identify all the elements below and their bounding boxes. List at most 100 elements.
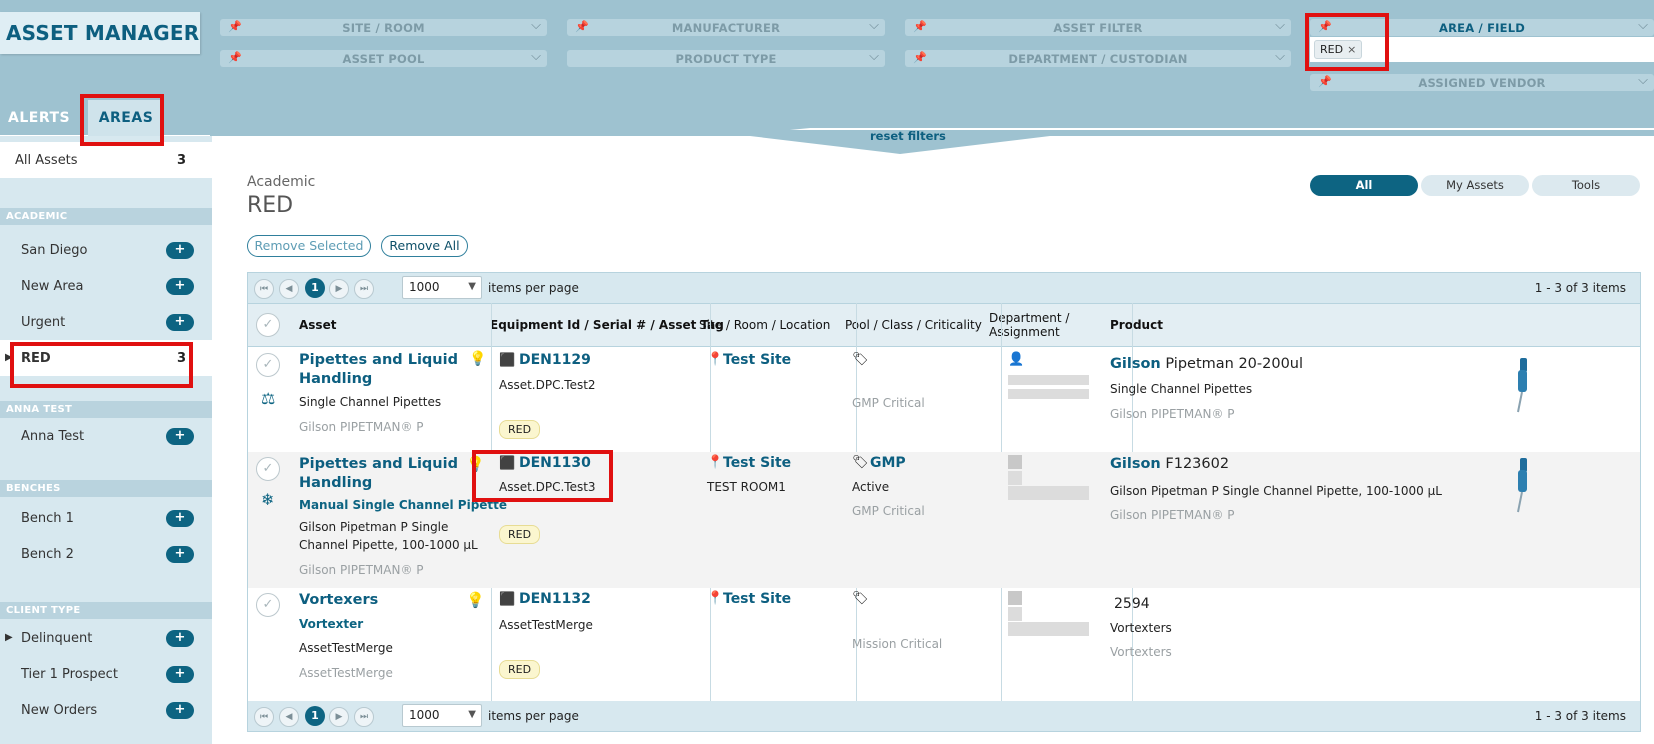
department-filter[interactable]: 📌 DEPARTMENT / CUSTODIAN ⌵: [905, 49, 1291, 67]
table-row[interactable]: ✓ Vortexers 💡 Vortexter AssetTestMerge A…: [248, 588, 1640, 701]
add-icon[interactable]: +: [166, 546, 194, 563]
product-type-filter[interactable]: PRODUCT TYPE ⌵: [567, 49, 885, 67]
redacted-block: [1008, 375, 1089, 385]
add-icon[interactable]: +: [166, 510, 194, 527]
tab-alerts[interactable]: ALERTS: [0, 100, 88, 136]
area-tag: RED: [499, 660, 541, 679]
first-page-icon[interactable]: ⏮: [254, 707, 274, 727]
table-row[interactable]: ✓ ⚖ Pipettes and Liquid Handling 💡 Singl…: [248, 348, 1640, 452]
asset-pool-filter[interactable]: 📌 ASSET POOL ⌵: [220, 49, 547, 67]
sidebar-item-urgent[interactable]: Urgent +: [0, 304, 212, 340]
pager-range: 1 - 3 of 3 items: [1534, 709, 1626, 723]
product-name[interactable]: 2594: [1114, 595, 1150, 613]
product-name[interactable]: Gilson Pipetman 20-200ul: [1110, 356, 1303, 372]
asset-name[interactable]: Vortexers: [299, 591, 459, 610]
row-checkbox[interactable]: ✓: [256, 353, 280, 377]
product-name[interactable]: Gilson F123602: [1110, 456, 1229, 472]
product-image[interactable]: [1506, 354, 1534, 416]
last-page-icon[interactable]: ⏭: [354, 707, 374, 727]
add-icon[interactable]: +: [166, 702, 194, 719]
sidebar-item-bench-1[interactable]: Bench 1 +: [0, 500, 212, 536]
next-page-icon[interactable]: ▶: [329, 707, 349, 727]
equipment-id-link[interactable]: DEN1130: [519, 455, 591, 471]
pager-range: 1 - 3 of 3 items: [1534, 281, 1626, 295]
redacted-block: [1008, 389, 1089, 399]
sidebar-item-bench-2[interactable]: Bench 2 +: [0, 536, 212, 572]
first-page-icon[interactable]: ⏮: [254, 279, 274, 299]
sidebar-item-new-area[interactable]: New Area +: [0, 268, 212, 304]
area-tag: RED: [499, 525, 541, 544]
area-chip-red[interactable]: RED ×: [1314, 40, 1363, 59]
sidebar-item-new-orders[interactable]: New Orders +: [0, 692, 212, 728]
column-equipment[interactable]: Equipment Id / Serial # / Asset Tag: [490, 318, 724, 332]
location-pin-icon: 📍: [707, 455, 724, 470]
page-size-select[interactable]: 1000 ▼: [402, 276, 482, 299]
equipment-id-link[interactable]: DEN1129: [519, 352, 591, 368]
remove-all-button[interactable]: Remove All: [381, 235, 468, 257]
add-icon[interactable]: +: [166, 278, 194, 295]
current-page[interactable]: 1: [305, 278, 325, 298]
column-product[interactable]: Product: [1110, 318, 1163, 332]
close-icon[interactable]: ×: [1347, 43, 1356, 56]
equipment-id-link[interactable]: DEN1132: [519, 591, 591, 607]
asset-filter[interactable]: 📌 ASSET FILTER ⌵: [905, 18, 1291, 36]
filter-tools-button[interactable]: Tools: [1532, 175, 1640, 196]
sidebar-item-red[interactable]: ▶ RED 3: [0, 340, 212, 376]
next-page-icon[interactable]: ▶: [329, 279, 349, 299]
add-icon[interactable]: +: [166, 242, 194, 259]
asset-name[interactable]: Pipettes and Liquid Handling: [299, 455, 459, 493]
sidebar-item-delinquent[interactable]: ▶ Delinquent +: [0, 620, 212, 656]
sidebar-item-anna-test[interactable]: Anna Test +: [0, 418, 212, 454]
row-checkbox[interactable]: ✓: [256, 593, 280, 617]
column-site[interactable]: Site / Room / Location: [699, 318, 830, 332]
add-icon[interactable]: +: [166, 630, 194, 647]
remove-selected-button[interactable]: Remove Selected: [247, 235, 371, 257]
top-header: ASSET MANAGER 📌 SITE / ROOM ⌵ 📌 MANUFACT…: [0, 0, 1654, 136]
sidebar-item-all-assets[interactable]: All Assets 3: [0, 142, 212, 178]
assigned-vendor-filter[interactable]: 📌 ASSIGNED VENDOR ⌵: [1310, 73, 1654, 91]
sidebar-item-tier-1-prospect[interactable]: Tier 1 Prospect +: [0, 656, 212, 692]
select-all-checkbox[interactable]: ✓: [256, 313, 280, 337]
sidebar-item-san-diego[interactable]: San Diego +: [0, 232, 212, 268]
current-page[interactable]: 1: [305, 706, 325, 726]
filter-all-button[interactable]: All: [1310, 175, 1418, 196]
site-link[interactable]: Test Site: [723, 591, 791, 607]
pool-link[interactable]: GMP: [870, 455, 906, 471]
site-room-filter[interactable]: 📌 SITE / ROOM ⌵: [220, 18, 547, 36]
chevron-down-icon: ▼: [468, 709, 476, 720]
app-title: ASSET MANAGER: [6, 21, 200, 45]
snowflake-icon: ❄: [261, 490, 275, 509]
add-icon[interactable]: +: [166, 314, 194, 331]
column-pool[interactable]: Pool / Class / Criticality: [845, 318, 982, 332]
lightbulb-icon: 💡: [466, 591, 485, 609]
add-icon[interactable]: +: [166, 666, 194, 683]
tab-areas[interactable]: AREAS: [88, 100, 164, 136]
expand-icon[interactable]: ▶: [5, 352, 13, 363]
row-checkbox[interactable]: ✓: [256, 457, 280, 481]
redacted-block: [1008, 486, 1089, 500]
box-icon: ⬛: [499, 592, 516, 607]
prev-page-icon[interactable]: ◀: [279, 707, 299, 727]
prev-page-icon[interactable]: ◀: [279, 279, 299, 299]
tag-icon: 🏷: [852, 352, 869, 367]
add-icon[interactable]: +: [166, 428, 194, 445]
manufacturer-filter[interactable]: 📌 MANUFACTURER ⌵: [567, 18, 885, 36]
asset-name[interactable]: Pipettes and Liquid Handling: [299, 351, 459, 389]
area-field-filter[interactable]: 📌 AREA / FIELD ⌵: [1310, 18, 1654, 36]
app-logo[interactable]: ASSET MANAGER: [0, 12, 200, 54]
site-link[interactable]: Test Site: [723, 455, 791, 471]
chevron-down-icon: ⌵: [1275, 18, 1285, 33]
site-link[interactable]: Test Site: [723, 352, 791, 368]
page-size-select[interactable]: 1000 ▼: [402, 704, 482, 727]
reset-filters-link[interactable]: reset filters: [870, 129, 946, 143]
table-row[interactable]: ✓ ❄ Pipettes and Liquid Handling 💡 Manua…: [248, 452, 1640, 588]
filter-my-assets-button[interactable]: My Assets: [1421, 175, 1529, 196]
section-academic: ACADEMIC: [0, 208, 212, 225]
last-page-icon[interactable]: ⏭: [354, 279, 374, 299]
user-icon: 👤: [1008, 352, 1025, 367]
area-field-input[interactable]: RED ×: [1310, 37, 1654, 62]
column-asset[interactable]: Asset: [299, 318, 336, 332]
product-image[interactable]: [1506, 454, 1534, 516]
expand-icon[interactable]: ▶: [5, 632, 13, 643]
grid-header: ✓ Asset Equipment Id / Serial # / Asset …: [248, 303, 1640, 347]
